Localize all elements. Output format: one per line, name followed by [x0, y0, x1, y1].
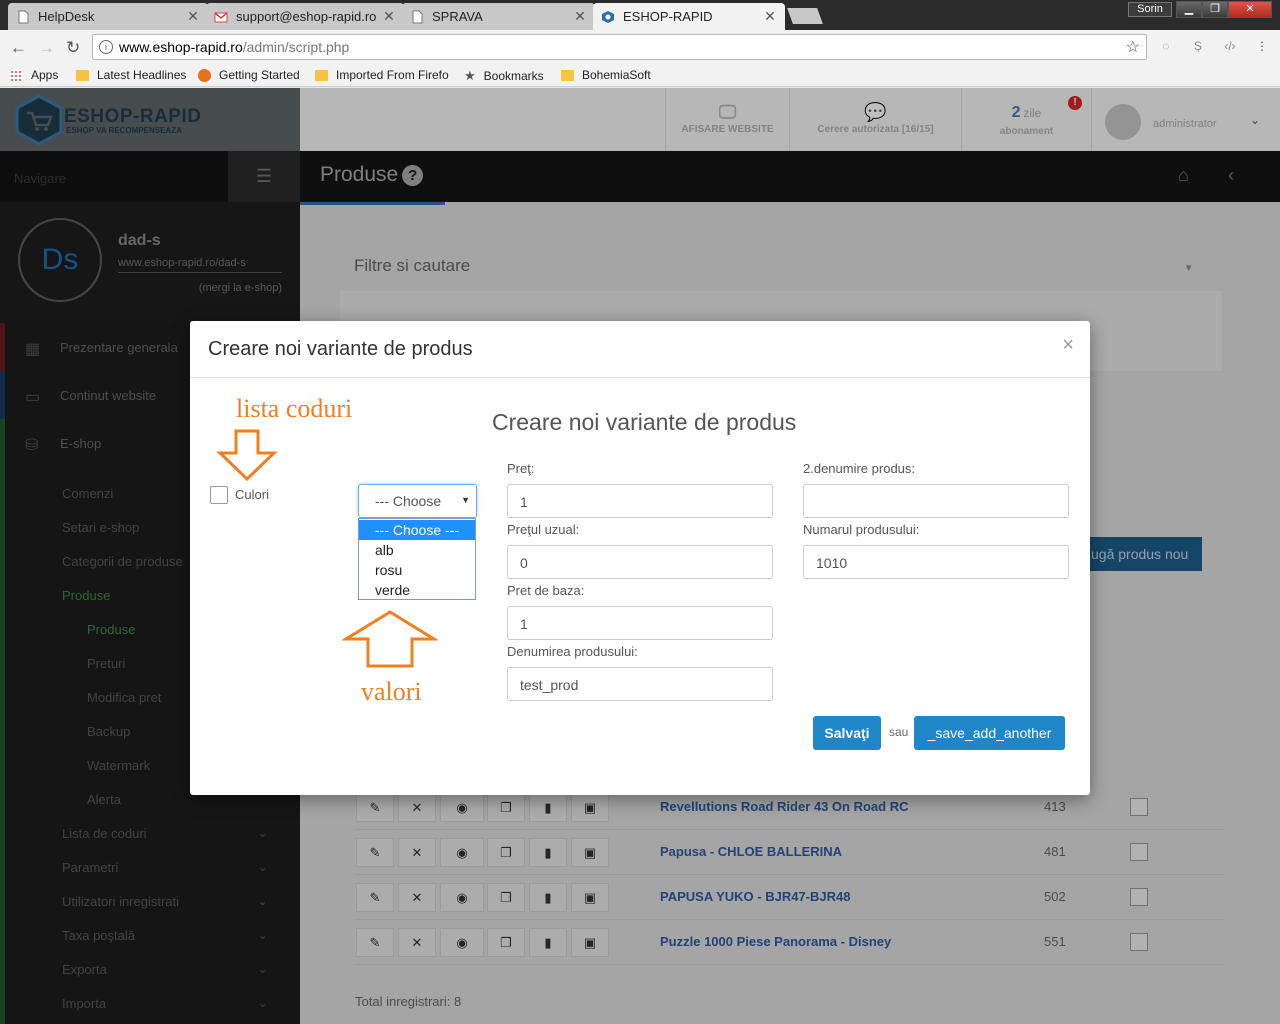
bookmarks-bar: Apps Latest Headlines Getting Started Im… — [0, 64, 1280, 87]
bookmark-apps[interactable]: Apps — [10, 68, 58, 82]
pret-uzual-input[interactable]: 0 — [507, 545, 773, 579]
back-icon[interactable]: ← — [10, 38, 27, 58]
browser-tab-eshop[interactable]: ESHOP-RAPID ✕ — [593, 3, 785, 30]
form-heading: Creare noi variante de produs — [492, 409, 797, 435]
minimize-button[interactable]: ▁ — [1176, 1, 1202, 18]
modal-title: Creare noi variante de produs — [208, 338, 473, 360]
extension-s-icon[interactable]: Ș — [1190, 39, 1206, 55]
bookmark-latest-headlines[interactable]: Latest Headlines — [76, 68, 186, 82]
annotation-valori: valori — [361, 677, 422, 706]
close-icon[interactable]: × — [1062, 334, 1074, 357]
culori-checkbox[interactable] — [210, 486, 228, 504]
info-icon[interactable]: i — [99, 40, 113, 54]
folder-icon — [76, 69, 89, 81]
tab-title: HelpDesk — [38, 9, 95, 24]
or-text: sau — [889, 725, 909, 739]
browser-tab-helpdesk[interactable]: HelpDesk ✕ — [8, 3, 208, 30]
page-icon — [18, 10, 29, 23]
bookmark-label: Imported From Firefo — [336, 68, 449, 82]
bookmark-label: BohemiaSoft — [582, 68, 651, 82]
bookmark-label: Latest Headlines — [97, 68, 187, 82]
window-user-badge[interactable]: Sorin — [1128, 2, 1172, 17]
page-icon — [412, 10, 423, 23]
browser-toolbar: ← → ↻ i www.eshop-rapid.ro /admin/script… — [0, 30, 1280, 64]
culori-label: Culori — [235, 487, 269, 502]
numar-label: Numarul produsului: — [803, 522, 920, 537]
bookmark-label: Getting Started — [219, 68, 300, 82]
close-icon[interactable]: ✕ — [763, 8, 777, 25]
bookmark-bohemiasoft[interactable]: BohemiaSoft — [561, 68, 651, 82]
browser-tab-gmail[interactable]: support@eshop-rapid.ro ✕ — [206, 3, 404, 30]
denumire-label: Denumirea produsului: — [507, 644, 638, 659]
bookmark-label: Apps — [31, 68, 59, 82]
select-value: --- Choose — [375, 493, 442, 509]
folder-icon — [315, 69, 328, 81]
gmail-icon — [214, 11, 228, 22]
window-close-button[interactable]: ✕ — [1228, 1, 1272, 18]
extension-circle-icon[interactable]: ◌ — [1158, 39, 1174, 55]
pret-uzual-label: Preţul uzual: — [507, 522, 580, 537]
tab-title: support@eshop-rapid.ro — [236, 9, 377, 24]
dropdown-option[interactable]: verde — [359, 580, 475, 600]
variants-modal: Creare noi variante de produs × lista co… — [190, 321, 1090, 795]
bookmark-getting-started[interactable]: Getting Started — [198, 68, 300, 82]
denumire-input[interactable]: test_prod — [507, 667, 773, 701]
annotation-lista-coduri: lista coduri — [236, 394, 353, 423]
bookmark-star-icon[interactable]: ☆ — [1126, 37, 1140, 57]
pret-label: Preţ: — [507, 461, 535, 476]
url-host: www.eshop-rapid.ro — [119, 39, 243, 55]
bookmark-bookmarks[interactable]: ★ Bookmarks — [464, 68, 544, 84]
close-icon[interactable]: ✕ — [186, 8, 200, 25]
folder-icon — [561, 69, 574, 81]
pret-baza-label: Pret de baza: — [507, 583, 585, 598]
extension-code-icon[interactable]: ‹/› — [1222, 39, 1238, 55]
save-add-another-button[interactable]: _save_add_another — [914, 716, 1065, 750]
pret-input[interactable]: 1 — [507, 484, 773, 518]
denumire2-label: 2.denumire produs: — [803, 461, 916, 476]
star-icon: ★ — [464, 68, 476, 83]
close-icon[interactable]: ✕ — [573, 8, 587, 25]
modal-header: Creare noi variante de produs × — [190, 321, 1090, 378]
close-icon[interactable]: ✕ — [382, 8, 396, 25]
tab-title: SPRAVA — [432, 9, 483, 24]
browser-tab-sprava[interactable]: SPRAVA ✕ — [402, 3, 595, 30]
bookmark-label: Bookmarks — [483, 69, 544, 83]
dropdown-option[interactable]: alb — [359, 540, 475, 560]
caret-down-icon: ▼ — [461, 495, 470, 505]
browser-tab-strip: HelpDesk ✕ support@eshop-rapid.ro ✕ SPRA… — [0, 0, 1280, 30]
bookmark-imported[interactable]: Imported From Firefo — [315, 68, 449, 82]
denumire2-input[interactable] — [803, 484, 1069, 518]
dropdown-option[interactable]: --- Choose --- — [359, 520, 475, 540]
firefox-icon — [198, 68, 211, 82]
numar-input[interactable]: 1010 — [803, 545, 1069, 579]
url-path: /admin/script.php — [242, 39, 350, 55]
arrow-down-icon — [216, 429, 278, 481]
eshop-icon — [602, 10, 614, 23]
forward-icon[interactable]: → — [38, 38, 55, 58]
pret-baza-input[interactable]: 1 — [507, 606, 773, 640]
save-button[interactable]: Salvaţi — [813, 716, 881, 750]
menu-dots-icon[interactable]: ⋮ — [1254, 39, 1270, 55]
reload-icon[interactable]: ↻ — [66, 38, 80, 58]
arrow-up-icon — [342, 610, 438, 668]
new-tab-button[interactable] — [787, 8, 823, 24]
apps-grid-icon — [10, 69, 23, 81]
maximize-button[interactable]: ❐ — [1202, 1, 1228, 18]
address-bar[interactable]: i www.eshop-rapid.ro /admin/script.php ☆ — [92, 34, 1147, 60]
dropdown-option[interactable]: rosu — [359, 560, 475, 580]
variant-select[interactable]: --- Choose ▼ — [358, 484, 477, 518]
tab-title: ESHOP-RAPID — [623, 9, 713, 24]
variant-dropdown-list: --- Choose --- alb rosu verde — [358, 518, 476, 600]
